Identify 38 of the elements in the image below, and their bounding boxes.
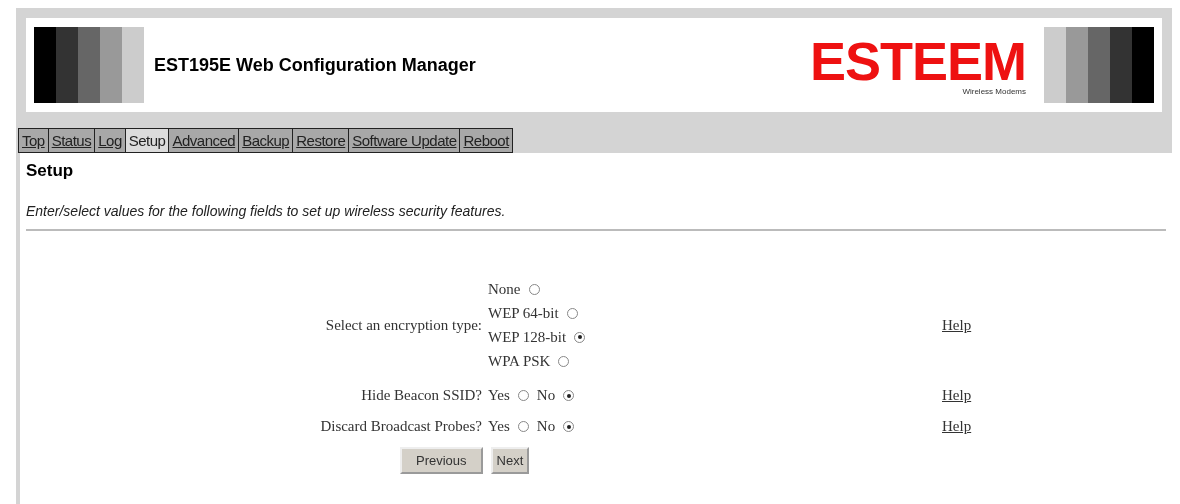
option-label: WEP 64-bit <box>488 304 559 323</box>
setting-label: Hide Beacon SSID? <box>360 387 483 404</box>
option-label: Yes <box>488 418 510 435</box>
section-title: Setup <box>26 161 75 181</box>
nav-button[interactable]: Next <box>490 447 530 474</box>
radio-button[interactable] <box>563 421 575 432</box>
help-link[interactable]: Help <box>942 418 1166 435</box>
nav-tab[interactable]: Advanced <box>169 129 239 152</box>
option-label: Yes <box>488 387 510 404</box>
option-label: No <box>536 387 556 404</box>
nav-button[interactable]: Previous <box>400 447 483 474</box>
nav-tab[interactable]: Software Update <box>349 129 460 152</box>
setting-label: Discard Broadcast Probes? <box>319 418 483 435</box>
option-label: WEP 128-bit <box>488 328 567 347</box>
nav-tab[interactable]: Backup <box>239 129 293 152</box>
logo-tagline: Wireless Modems <box>962 86 1026 96</box>
nav-tab[interactable]: Status <box>48 129 95 152</box>
help-link[interactable]: Help <box>942 387 1166 404</box>
nav-tab[interactable]: Log <box>95 129 125 152</box>
radio-button[interactable] <box>517 421 529 432</box>
logo-name: ESTEEM <box>809 34 1026 87</box>
nav-tab[interactable]: Top <box>19 129 48 152</box>
nav-tab[interactable]: Setup <box>125 129 169 152</box>
option-label: None <box>488 280 521 299</box>
help-link[interactable]: Help <box>942 316 1166 334</box>
radio-button[interactable] <box>563 390 575 401</box>
setting-label: Select an encryption type: <box>324 316 483 334</box>
radio-button[interactable] <box>517 390 529 401</box>
nav-tab[interactable]: Restore <box>293 129 349 152</box>
radio-button[interactable] <box>566 307 578 319</box>
option-label: No <box>536 418 556 435</box>
app-title: EST195E Web Configuration Manager <box>154 54 477 76</box>
section-description: Enter/select values for the following fields to set up wireless security features. <box>26 203 507 219</box>
option-label: WPA PSK <box>488 352 551 371</box>
radio-button[interactable] <box>558 355 570 367</box>
radio-button[interactable] <box>528 283 540 295</box>
nav-tab[interactable]: Reboot <box>460 129 512 152</box>
radio-button[interactable] <box>574 331 586 343</box>
